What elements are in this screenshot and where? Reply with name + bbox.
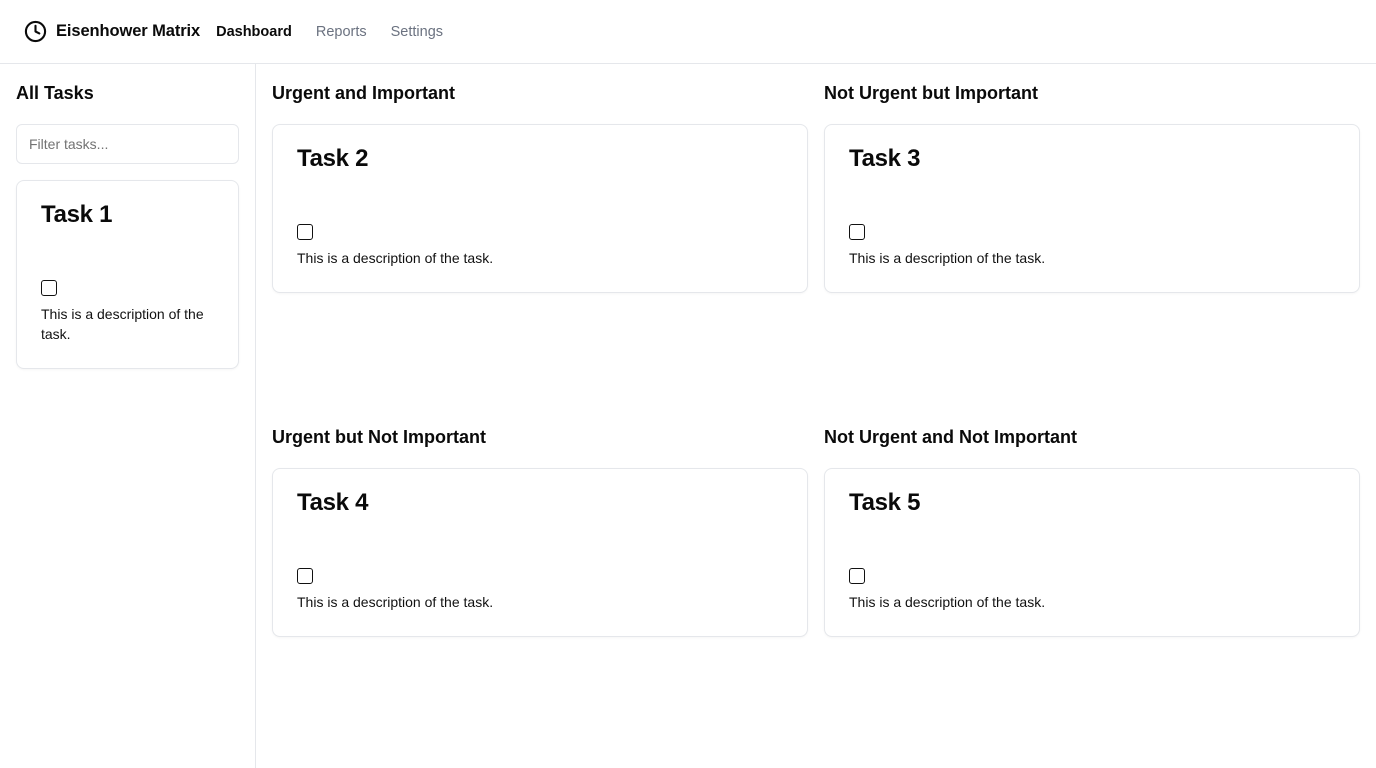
- task-description: This is a description of the task.: [849, 594, 1046, 610]
- task-card[interactable]: Task 2 This is a description of the task…: [272, 124, 808, 293]
- task-checkbox[interactable]: [849, 224, 865, 240]
- task-description: This is a description of the task.: [41, 306, 204, 342]
- task-card[interactable]: Task 5 This is a description of the task…: [824, 468, 1360, 637]
- task-checkbox[interactable]: [297, 224, 313, 240]
- main-nav: Dashboard Reports Settings: [216, 24, 443, 40]
- task-description: This is a description of the task.: [297, 594, 494, 610]
- task-title: Task 3: [849, 145, 921, 172]
- quadrant-title-urgent-important: Urgent and Important: [272, 83, 455, 103]
- task-title: Task 4: [297, 489, 369, 516]
- task-description: This is a description of the task.: [849, 250, 1046, 266]
- nav-reports[interactable]: Reports: [316, 24, 367, 40]
- task-card[interactable]: Task 3 This is a description of the task…: [824, 124, 1360, 293]
- filter-tasks-input[interactable]: [16, 124, 239, 164]
- task-title: Task 5: [849, 489, 921, 516]
- task-title: Task 1: [41, 201, 113, 228]
- quadrant-title-not-urgent-important: Not Urgent but Important: [824, 83, 1038, 103]
- top-navbar: Eisenhower Matrix Dashboard Reports Sett…: [0, 0, 1376, 64]
- task-checkbox[interactable]: [41, 280, 57, 296]
- app-title: Eisenhower Matrix: [56, 22, 201, 40]
- sidebar: All Tasks Task 1 This is a description o…: [0, 64, 256, 768]
- quadrant-title-urgent-not-important: Urgent but Not Important: [272, 427, 486, 447]
- task-checkbox[interactable]: [849, 568, 865, 584]
- task-card[interactable]: Task 4 This is a description of the task…: [272, 468, 808, 637]
- task-description: This is a description of the task.: [297, 250, 494, 266]
- task-checkbox[interactable]: [297, 568, 313, 584]
- task-title: Task 2: [297, 145, 369, 172]
- brand-link[interactable]: Eisenhower Matrix: [24, 20, 200, 43]
- nav-settings[interactable]: Settings: [391, 24, 443, 40]
- nav-dashboard[interactable]: Dashboard: [216, 24, 292, 40]
- sidebar-title: All Tasks: [16, 83, 94, 103]
- quadrant-title-not-urgent-not-important: Not Urgent and Not Important: [824, 427, 1077, 447]
- task-card[interactable]: Task 1 This is a description of the task…: [16, 180, 239, 369]
- clock-icon: [24, 20, 47, 43]
